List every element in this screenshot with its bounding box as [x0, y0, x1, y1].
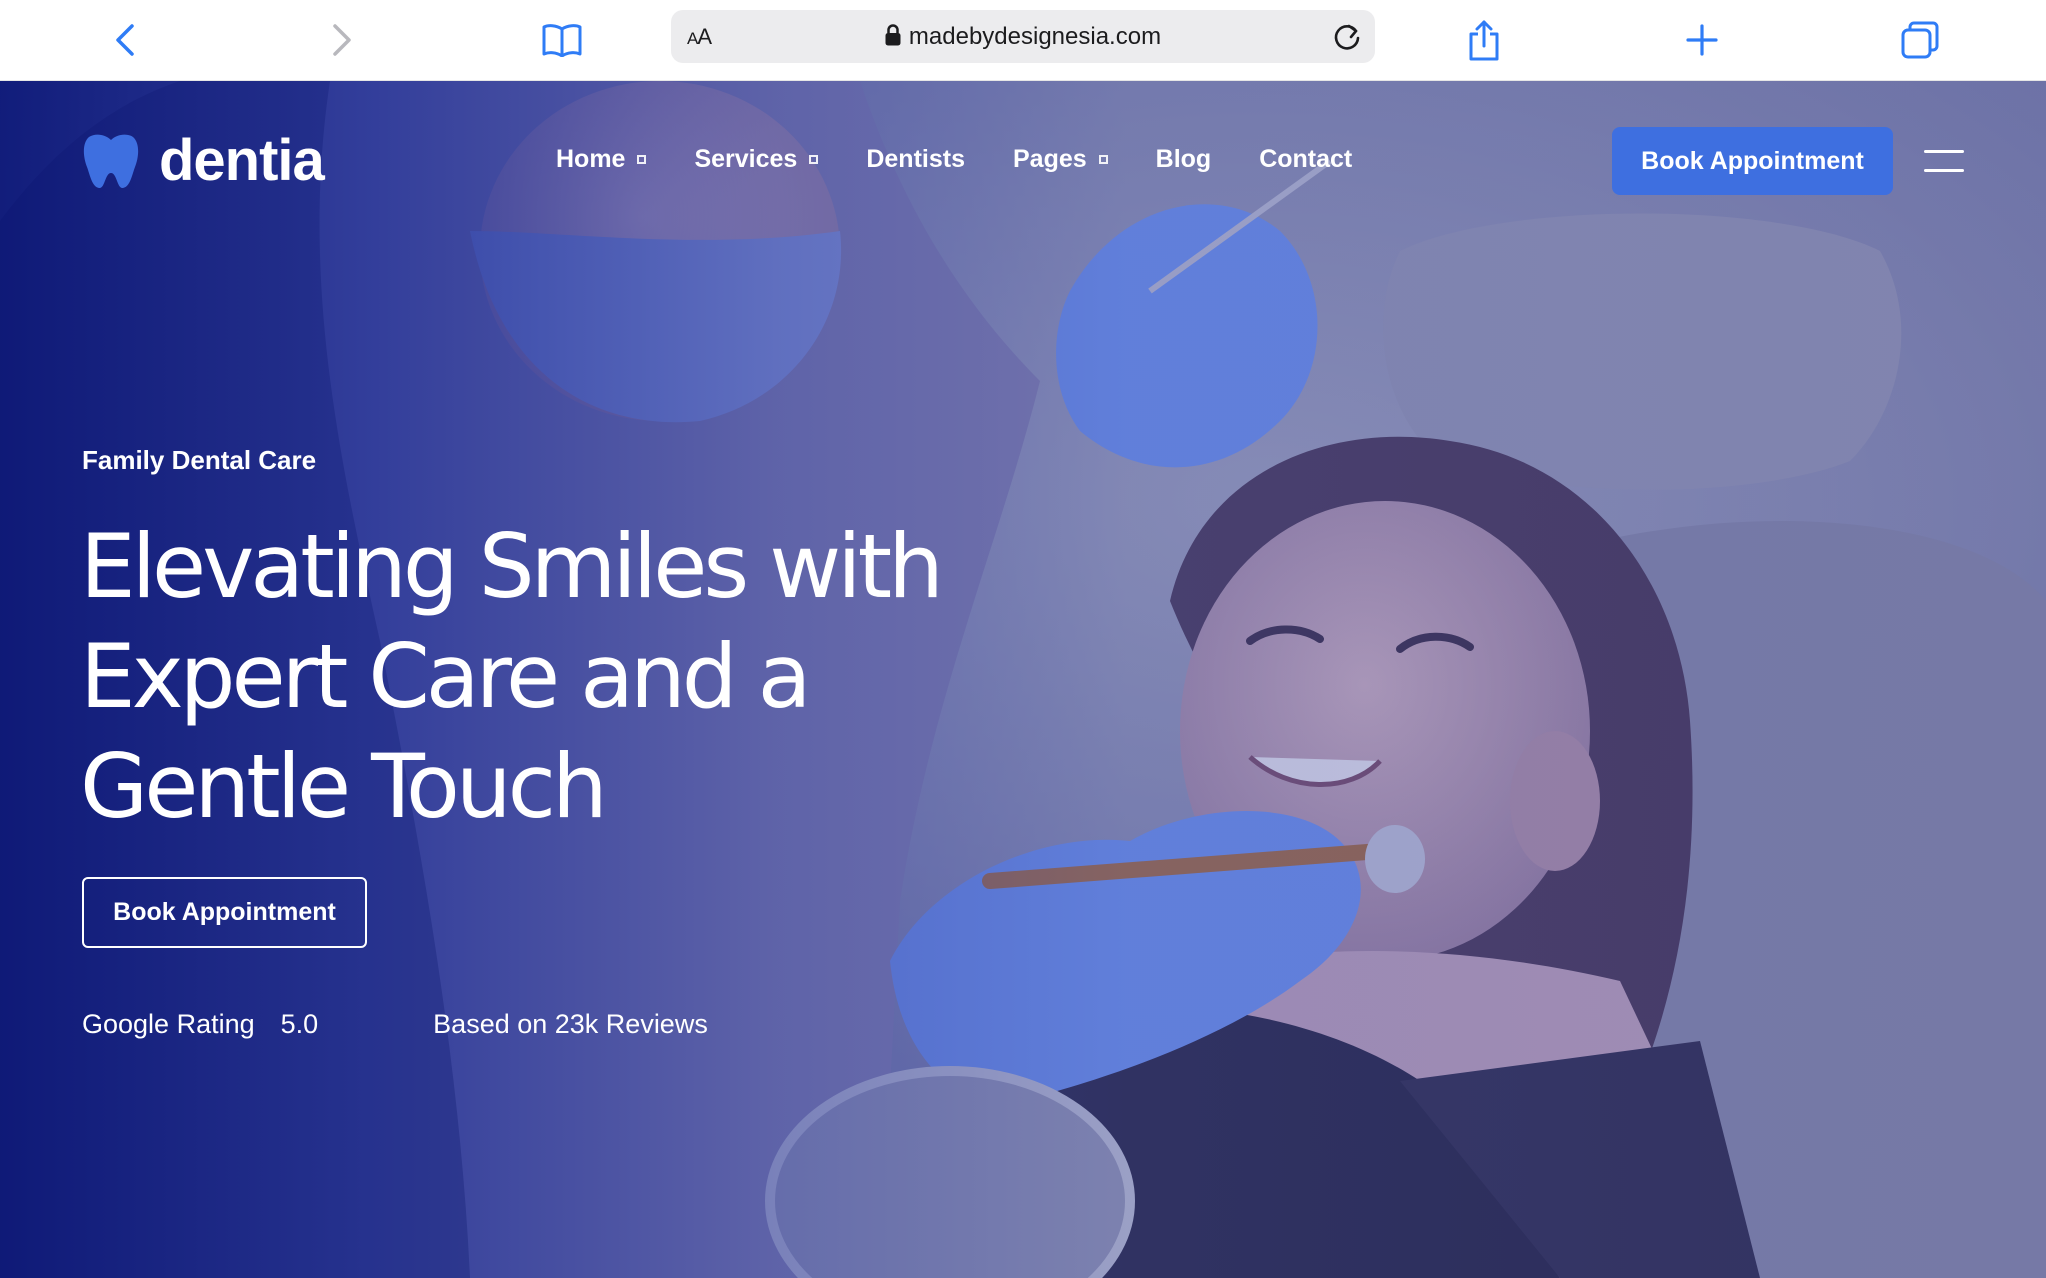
- url-display[interactable]: madebydesignesia.com: [671, 23, 1375, 53]
- headline-line-3: Gentle Touch: [80, 735, 608, 838]
- tabs-icon[interactable]: [1892, 12, 1948, 68]
- tooth-icon: [83, 134, 139, 189]
- nav-item-home[interactable]: Home: [556, 145, 647, 174]
- bookmarks-icon[interactable]: [534, 12, 590, 68]
- site-logo[interactable]: dentia: [81, 128, 325, 193]
- google-rating: Google Rating 5.0 Based on 23k Reviews: [82, 1009, 708, 1040]
- new-tab-icon[interactable]: [1674, 12, 1730, 68]
- nav-item-label: Pages: [1012, 145, 1087, 173]
- hero-section: dentia Home Services Dentists Pages Blog…: [0, 81, 2046, 1278]
- nav-item-dentists[interactable]: Dentists: [866, 145, 965, 174]
- reviews-count: Based on 23k Reviews: [433, 1009, 708, 1039]
- headline-line-2: Expert Care and a: [80, 625, 812, 728]
- share-icon[interactable]: [1456, 12, 1512, 68]
- nav-item-pages[interactable]: Pages: [1013, 145, 1108, 174]
- nav-item-label: Contact: [1259, 145, 1353, 173]
- nav-item-label: Dentists: [866, 145, 965, 173]
- reload-icon[interactable]: [1331, 21, 1363, 53]
- dropdown-indicator-icon: [1098, 155, 1108, 164]
- rating-value: 5.0: [280, 1009, 319, 1039]
- nav-item-contact[interactable]: Contact: [1259, 145, 1352, 174]
- nav-item-label: Services: [694, 145, 798, 173]
- logo-text: dentia: [159, 128, 325, 193]
- dropdown-indicator-icon: [809, 155, 819, 164]
- nav-item-blog[interactable]: Blog: [1156, 145, 1212, 174]
- hero-headline: Elevating Smiles with Expert Care and a …: [80, 512, 1040, 842]
- back-icon[interactable]: [97, 12, 153, 68]
- book-appointment-hero-button[interactable]: Book Appointment: [82, 877, 367, 948]
- rating-label: Google Rating: [82, 1009, 255, 1039]
- nav-item-label: Blog: [1155, 145, 1212, 173]
- headline-line-1: Elevating Smiles with: [80, 515, 944, 618]
- dropdown-indicator-icon: [637, 155, 647, 164]
- nav-item-services[interactable]: Services: [694, 145, 819, 174]
- lock-icon: [885, 24, 901, 53]
- address-bar[interactable]: AA madebydesignesia.com: [671, 10, 1375, 63]
- main-nav: Home Services Dentists Pages Blog Contac…: [556, 145, 1400, 174]
- url-text: madebydesignesia.com: [908, 23, 1162, 50]
- nav-item-label: Home: [556, 145, 626, 173]
- browser-toolbar: AA madebydesignesia.com: [0, 0, 2046, 81]
- menu-icon[interactable]: [1924, 147, 1964, 175]
- forward-icon[interactable]: [314, 12, 370, 68]
- book-appointment-nav-button[interactable]: Book Appointment: [1612, 127, 1893, 195]
- hero-eyebrow: Family Dental Care: [82, 445, 317, 475]
